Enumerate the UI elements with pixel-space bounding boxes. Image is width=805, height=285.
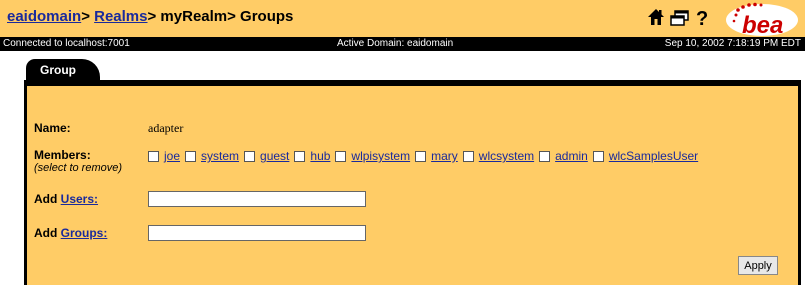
member-checkbox[interactable] (335, 150, 347, 162)
member-item: mary (415, 149, 458, 163)
member-item: hub (294, 149, 330, 163)
tab-group-label: Group (40, 63, 76, 77)
member-item: system (185, 149, 239, 163)
window-icon[interactable] (669, 7, 691, 27)
home-icon[interactable] (647, 7, 665, 27)
member-link[interactable]: mary (431, 149, 458, 163)
members-label: Members: (34, 148, 91, 162)
help-icon[interactable]: ? (695, 7, 709, 29)
breadcrumb-realms-link[interactable]: Realms (94, 8, 147, 25)
member-link[interactable]: admin (555, 149, 588, 163)
status-bar: Connected to localhost:7001 Active Domai… (0, 37, 805, 51)
bea-logo: bea (726, 2, 798, 37)
connection-status: Connected to localhost:7001 (3, 38, 130, 49)
member-item: joe (148, 149, 180, 163)
active-domain: Active Domain: eaidomain (337, 38, 454, 49)
member-item: guest (244, 149, 289, 163)
add-groups-label: Add Groups: (34, 226, 107, 240)
member-item: admin (539, 149, 588, 163)
add-users-label: Add Users: (34, 192, 98, 206)
svg-text:?: ? (696, 8, 708, 29)
member-checkbox[interactable] (462, 150, 474, 162)
add-users-input[interactable] (148, 191, 366, 207)
member-link[interactable]: guest (260, 149, 289, 163)
breadcrumb-current: > myRealm> Groups (147, 8, 294, 25)
member-item: wlcsystem (462, 149, 534, 163)
groups-link[interactable]: Groups: (61, 226, 108, 240)
members-list: joe system guest hub wlpisystem mary wlc… (148, 148, 703, 164)
logo-text: bea (742, 12, 783, 37)
page-header: eaidomain> Realms> myRealm> Groups ? bea (0, 0, 805, 37)
member-link[interactable]: hub (310, 149, 330, 163)
members-hint: (select to remove) (34, 162, 123, 174)
member-checkbox[interactable] (244, 150, 256, 162)
add-groups-prefix: Add (34, 226, 58, 240)
name-value: adapter (148, 121, 184, 135)
member-checkbox[interactable] (592, 150, 604, 162)
member-checkbox[interactable] (415, 150, 427, 162)
member-checkbox[interactable] (294, 150, 306, 162)
breadcrumb: eaidomain> Realms> myRealm> Groups (7, 8, 293, 25)
add-groups-input[interactable] (148, 225, 366, 241)
users-link[interactable]: Users: (61, 192, 98, 206)
member-checkbox[interactable] (185, 150, 197, 162)
name-label: Name: (34, 121, 71, 135)
member-item: wlpisystem (335, 149, 410, 163)
timestamp: Sep 10, 2002 7:18:19 PM EDT (664, 38, 801, 49)
member-link[interactable]: wlcSamplesUser (609, 149, 698, 163)
member-checkbox[interactable] (148, 150, 159, 162)
apply-button[interactable]: Apply (738, 256, 778, 275)
member-item: wlcSamplesUser (592, 149, 698, 163)
member-link[interactable]: system (201, 149, 239, 163)
breadcrumb-domain-link[interactable]: eaidomain (7, 8, 81, 25)
add-users-prefix: Add (34, 192, 58, 206)
member-link[interactable]: wlcsystem (479, 149, 534, 163)
member-link[interactable]: wlpisystem (351, 149, 410, 163)
breadcrumb-separator: > (81, 8, 95, 25)
group-form-panel (24, 80, 801, 285)
member-link[interactable]: joe (164, 149, 180, 163)
member-checkbox[interactable] (539, 150, 551, 162)
tab-group[interactable]: Group (26, 59, 100, 81)
